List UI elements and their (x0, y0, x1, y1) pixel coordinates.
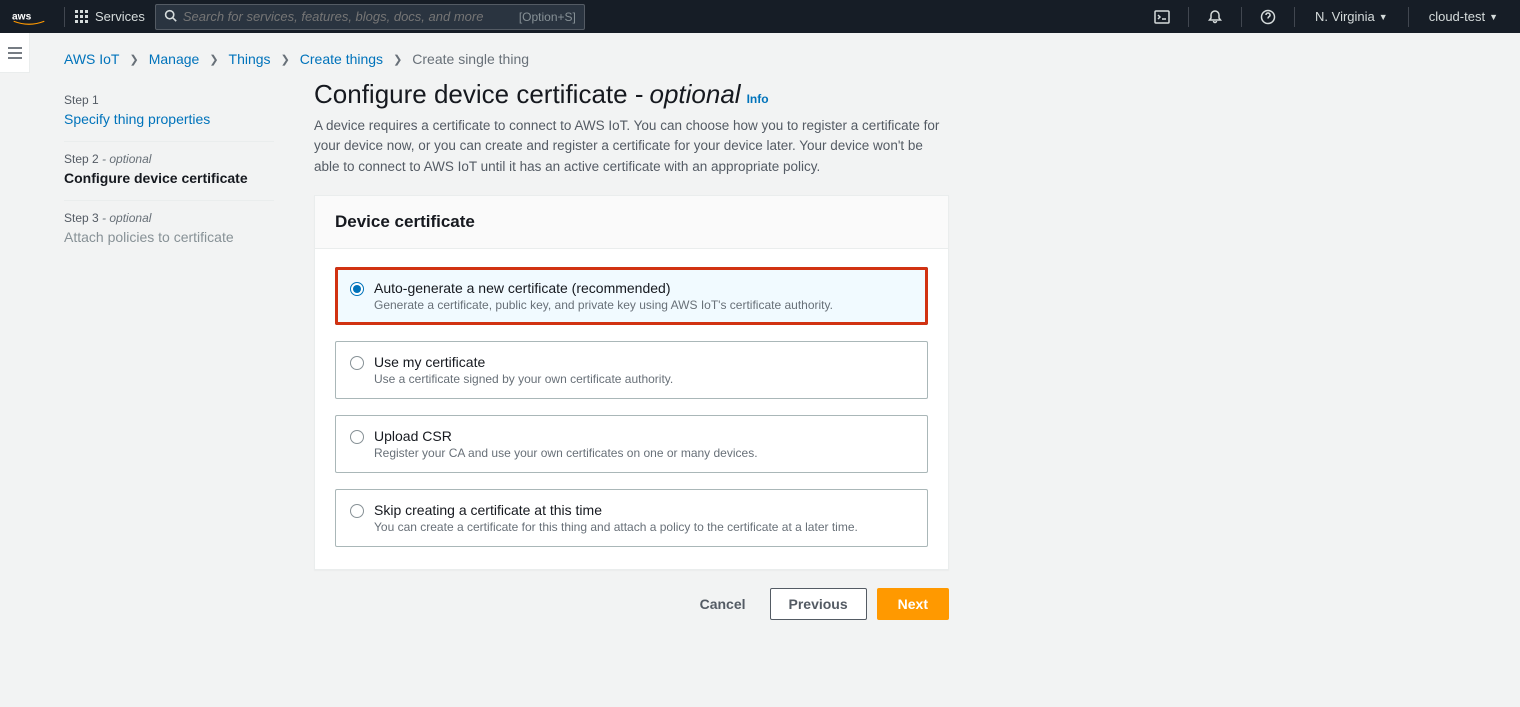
cancel-button[interactable]: Cancel (686, 588, 760, 620)
radio-title: Skip creating a certificate at this time (374, 502, 858, 518)
chevron-down-icon: ▼ (1489, 12, 1498, 22)
breadcrumb: AWS IoT ❯ Manage ❯ Things ❯ Create thing… (30, 33, 1520, 79)
breadcrumb-current: Create single thing (412, 51, 529, 67)
step-label: Attach policies to certificate (64, 229, 274, 245)
nav-divider (64, 7, 65, 27)
region-selector[interactable]: N. Virginia ▼ (1305, 9, 1398, 24)
step-num-text: Step 3 (64, 211, 99, 225)
global-search[interactable]: [Option+S] (155, 4, 585, 30)
search-icon (164, 9, 177, 25)
step-num-text: Step 2 (64, 152, 99, 166)
notifications-icon[interactable] (1199, 9, 1231, 25)
help-icon[interactable] (1252, 9, 1284, 25)
nav-divider (1408, 7, 1409, 27)
step-1[interactable]: Step 1 Specify thing properties (64, 83, 274, 142)
optional-tag: - optional (102, 211, 151, 225)
step-label: Configure device certificate (64, 170, 274, 186)
sidebar-toggle[interactable] (0, 33, 30, 73)
page-title-optional: optional (649, 79, 740, 110)
wizard-buttons: Cancel Previous Next (314, 588, 949, 620)
nav-divider (1294, 7, 1295, 27)
radio-use-my-certificate[interactable]: Use my certificate Use a certificate sig… (335, 341, 928, 399)
radio-desc: Register your CA and use your own certif… (374, 446, 758, 460)
panel-header: Device certificate (315, 196, 948, 249)
search-shortcut: [Option+S] (519, 10, 576, 24)
radio-icon (350, 282, 364, 296)
page-description: A device requires a certificate to conne… (314, 116, 949, 177)
region-label: N. Virginia (1315, 9, 1375, 24)
wizard-content: Configure device certificate - optional … (314, 79, 949, 620)
radio-desc: You can create a certificate for this th… (374, 520, 858, 534)
chevron-right-icon: ❯ (281, 53, 290, 66)
radio-desc: Generate a certificate, public key, and … (374, 298, 833, 312)
chevron-right-icon: ❯ (130, 53, 139, 66)
breadcrumb-aws-iot[interactable]: AWS IoT (64, 51, 120, 67)
radio-desc: Use a certificate signed by your own cer… (374, 372, 673, 386)
top-nav: aws Services [Option+S] N. Virginia ▼ cl… (0, 0, 1520, 33)
search-input[interactable] (183, 9, 519, 24)
step-num: Step 1 (64, 93, 274, 107)
step-num: Step 2 - optional (64, 152, 274, 166)
nav-divider (1241, 7, 1242, 27)
optional-tag: - optional (102, 152, 151, 166)
info-link[interactable]: Info (747, 92, 769, 106)
page-title: Configure device certificate - optional … (314, 79, 949, 110)
radio-title: Auto-generate a new certificate (recomme… (374, 280, 833, 296)
chevron-right-icon: ❯ (209, 53, 218, 66)
chevron-down-icon: ▼ (1379, 12, 1388, 22)
breadcrumb-things[interactable]: Things (229, 51, 271, 67)
account-label: cloud-test (1429, 9, 1485, 24)
breadcrumb-create-things[interactable]: Create things (300, 51, 383, 67)
radio-icon (350, 430, 364, 444)
radio-icon (350, 356, 364, 370)
aws-logo[interactable]: aws (12, 9, 46, 25)
step-num: Step 3 - optional (64, 211, 274, 225)
radio-icon (350, 504, 364, 518)
services-menu[interactable]: Services (75, 9, 145, 24)
services-label: Services (95, 9, 145, 24)
nav-divider (1188, 7, 1189, 27)
cloudshell-icon[interactable] (1146, 9, 1178, 25)
step-label: Specify thing properties (64, 111, 274, 127)
breadcrumb-manage[interactable]: Manage (149, 51, 200, 67)
radio-skip-certificate[interactable]: Skip creating a certificate at this time… (335, 489, 928, 547)
radio-title: Use my certificate (374, 354, 673, 370)
svg-text:aws: aws (12, 11, 32, 22)
wizard-steps: Step 1 Specify thing properties Step 2 -… (64, 79, 274, 259)
page-title-text: Configure device certificate - (314, 79, 643, 110)
radio-title: Upload CSR (374, 428, 758, 444)
chevron-right-icon: ❯ (393, 53, 402, 66)
step-2: Step 2 - optional Configure device certi… (64, 142, 274, 201)
radio-auto-generate[interactable]: Auto-generate a new certificate (recomme… (335, 267, 928, 325)
next-button[interactable]: Next (877, 588, 949, 620)
previous-button[interactable]: Previous (770, 588, 867, 620)
device-certificate-panel: Device certificate Auto-generate a new c… (314, 195, 949, 570)
account-menu[interactable]: cloud-test ▼ (1419, 9, 1508, 24)
services-grid-icon (75, 10, 89, 24)
step-3: Step 3 - optional Attach policies to cer… (64, 201, 274, 259)
radio-upload-csr[interactable]: Upload CSR Register your CA and use your… (335, 415, 928, 473)
